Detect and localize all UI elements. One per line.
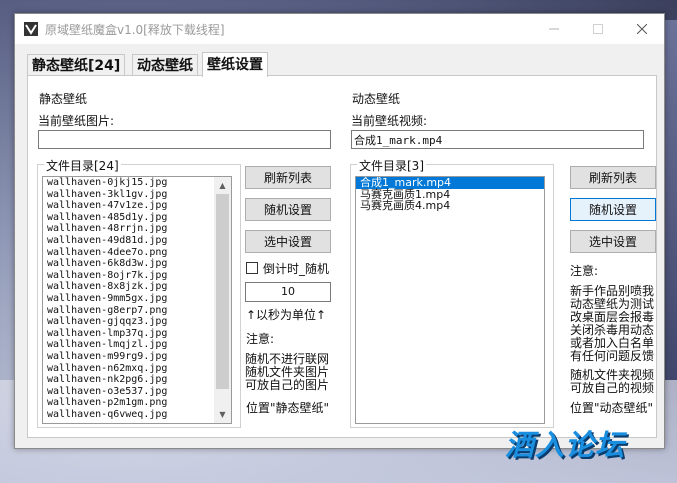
timer-seconds-input[interactable]: 10: [245, 282, 331, 302]
settings-panel: 静态壁纸 当前壁纸图片: 文件目录[24] wallhaven-0jkj15.j…: [27, 75, 657, 438]
static-location-text: 位置"静态壁纸": [246, 401, 330, 415]
dynamic-file-item[interactable]: 合成1_mark.mp4: [356, 177, 544, 189]
scroll-thumb[interactable]: [216, 194, 229, 389]
static-file-item[interactable]: wallhaven-9mm5gx.jpg: [43, 293, 231, 305]
dynamic-refresh-button[interactable]: 刷新列表: [570, 166, 656, 189]
window-title: 原域壁纸魔盒v1.0[释放下载线程]: [45, 23, 225, 37]
scroll-up-icon[interactable]: ▲: [214, 177, 231, 194]
static-file-item[interactable]: wallhaven-8ojr7k.jpg: [43, 270, 231, 282]
static-file-item[interactable]: wallhaven-m99rg9.jpg: [43, 351, 231, 363]
forum-watermark: 酒入论坛: [505, 428, 626, 462]
timer-random-label: 倒计时_随机: [263, 262, 330, 276]
close-icon: [637, 24, 647, 34]
static-wallpaper-group: 静态壁纸 当前壁纸图片: 文件目录[24] wallhaven-0jkj15.j…: [33, 86, 345, 431]
static-list-scrollbar[interactable]: ▲ ▼: [214, 177, 231, 423]
dynamic-location-text: 位置"动态壁纸": [570, 401, 654, 415]
static-file-list[interactable]: wallhaven-0jkj15.jpg wallhaven-3kl1gv.jpg…: [42, 176, 232, 424]
dynamic-random-button[interactable]: 随机设置: [570, 198, 656, 221]
static-current-field[interactable]: [38, 130, 331, 149]
static-random-button[interactable]: 随机设置: [245, 198, 331, 221]
dynamic-wallpaper-group: 动态壁纸 当前壁纸视频: 合成1_mark.mp4 文件目录[3] 合成1_ma…: [346, 86, 656, 431]
static-file-item[interactable]: wallhaven-gjqqz3.jpg: [43, 316, 231, 328]
close-button[interactable]: [620, 14, 664, 44]
static-file-item[interactable]: wallhaven-6k8d3w.jpg: [43, 258, 231, 270]
static-file-item[interactable]: wallhaven-lmp37q.jpg: [43, 328, 231, 340]
scroll-down-icon[interactable]: ▼: [214, 406, 231, 423]
static-file-item[interactable]: wallhaven-lmqjzl.jpg: [43, 339, 231, 351]
static-note-title: 注意:: [246, 332, 275, 346]
static-current-label: 当前壁纸图片:: [38, 114, 115, 128]
static-file-item[interactable]: wallhaven-47v1ze.jpg: [43, 200, 231, 212]
static-file-item[interactable]: wallhaven-nk2pg6.jpg: [43, 374, 231, 386]
dynamic-file-item[interactable]: 马赛克画质4.mp4: [356, 200, 544, 212]
tab-wallpaper-settings[interactable]: 壁纸设置: [202, 52, 268, 77]
static-file-item[interactable]: wallhaven-485d1y.jpg: [43, 212, 231, 224]
tab-static-wallpaper[interactable]: 静态壁纸[24]: [27, 54, 126, 77]
static-file-item[interactable]: wallhaven-n62mxq.jpg: [43, 363, 231, 375]
dynamic-current-field[interactable]: 合成1_mark.mp4: [351, 130, 644, 149]
dynamic-file-list[interactable]: 合成1_mark.mp4 马赛克画质1.mp4 马赛克画质4.mp4: [355, 176, 545, 424]
app-logo-icon: [24, 22, 38, 36]
dynamic-group-title: 动态壁纸: [352, 92, 401, 106]
seconds-unit-label: ↑以秒为单位↑: [246, 308, 327, 322]
static-refresh-button[interactable]: 刷新列表: [245, 166, 331, 189]
maximize-button[interactable]: [576, 14, 620, 44]
dynamic-current-label: 当前壁纸视频:: [351, 114, 428, 128]
dynamic-file-items: 合成1_mark.mp4 马赛克画质1.mp4 马赛克画质4.mp4: [356, 177, 544, 212]
minimize-icon: [549, 28, 559, 30]
static-dir-title: 文件目录[24]: [44, 157, 121, 174]
app-window: 原域壁纸魔盒v1.0[释放下载线程] 静态壁纸[24] 动态壁纸 壁纸设置 静态…: [14, 13, 665, 449]
static-file-item[interactable]: wallhaven-q6vweq.jpg: [43, 409, 231, 421]
static-file-item[interactable]: wallhaven-48rrjn.jpg: [43, 223, 231, 235]
static-select-button[interactable]: 选中设置: [245, 230, 331, 253]
dynamic-select-button[interactable]: 选中设置: [570, 230, 656, 253]
static-file-item[interactable]: wallhaven-o3e537.jpg: [43, 386, 231, 398]
dynamic-note-text-2: 随机文件夹视频 可放自己的视频: [570, 368, 655, 395]
static-file-item[interactable]: wallhaven-4dee7o.png: [43, 247, 231, 259]
static-file-item[interactable]: wallhaven-3kl1gv.jpg: [43, 189, 231, 201]
static-file-item[interactable]: wallhaven-8x8jzk.jpg: [43, 281, 231, 293]
dynamic-file-dir-group: 文件目录[3] 合成1_mark.mp4 马赛克画质1.mp4 马赛克画质4.mp4: [350, 157, 554, 428]
static-file-item[interactable]: wallhaven-0jkj15.jpg: [43, 177, 231, 189]
static-file-dir-group: 文件目录[24] wallhaven-0jkj15.jpg wallhaven-3…: [37, 157, 241, 428]
static-file-item[interactable]: wallhaven-49d81d.jpg: [43, 235, 231, 247]
static-file-item[interactable]: wallhaven-g8erp7.png: [43, 305, 231, 317]
maximize-icon: [593, 24, 603, 34]
static-note-text: 随机不进行联网 随机文件夹图片 可放自己的图片: [245, 352, 330, 392]
dynamic-note-title: 注意:: [570, 264, 599, 278]
dynamic-note-text: 新手作品别喷我 动态壁纸为测试 改桌面层会报毒 关闭杀毒用动态 或者加入白名单 …: [570, 284, 655, 363]
static-file-items: wallhaven-0jkj15.jpg wallhaven-3kl1gv.jpg…: [43, 177, 231, 420]
title-bar[interactable]: 原域壁纸魔盒v1.0[释放下载线程]: [15, 14, 664, 44]
static-file-item[interactable]: wallhaven-p2m1gm.png: [43, 397, 231, 409]
static-group-title: 静态壁纸: [39, 92, 88, 106]
timer-random-checkbox[interactable]: [246, 262, 258, 274]
minimize-button[interactable]: [532, 14, 576, 44]
tab-dynamic-wallpaper[interactable]: 动态壁纸: [132, 54, 198, 77]
dynamic-dir-title: 文件目录[3]: [357, 157, 426, 174]
